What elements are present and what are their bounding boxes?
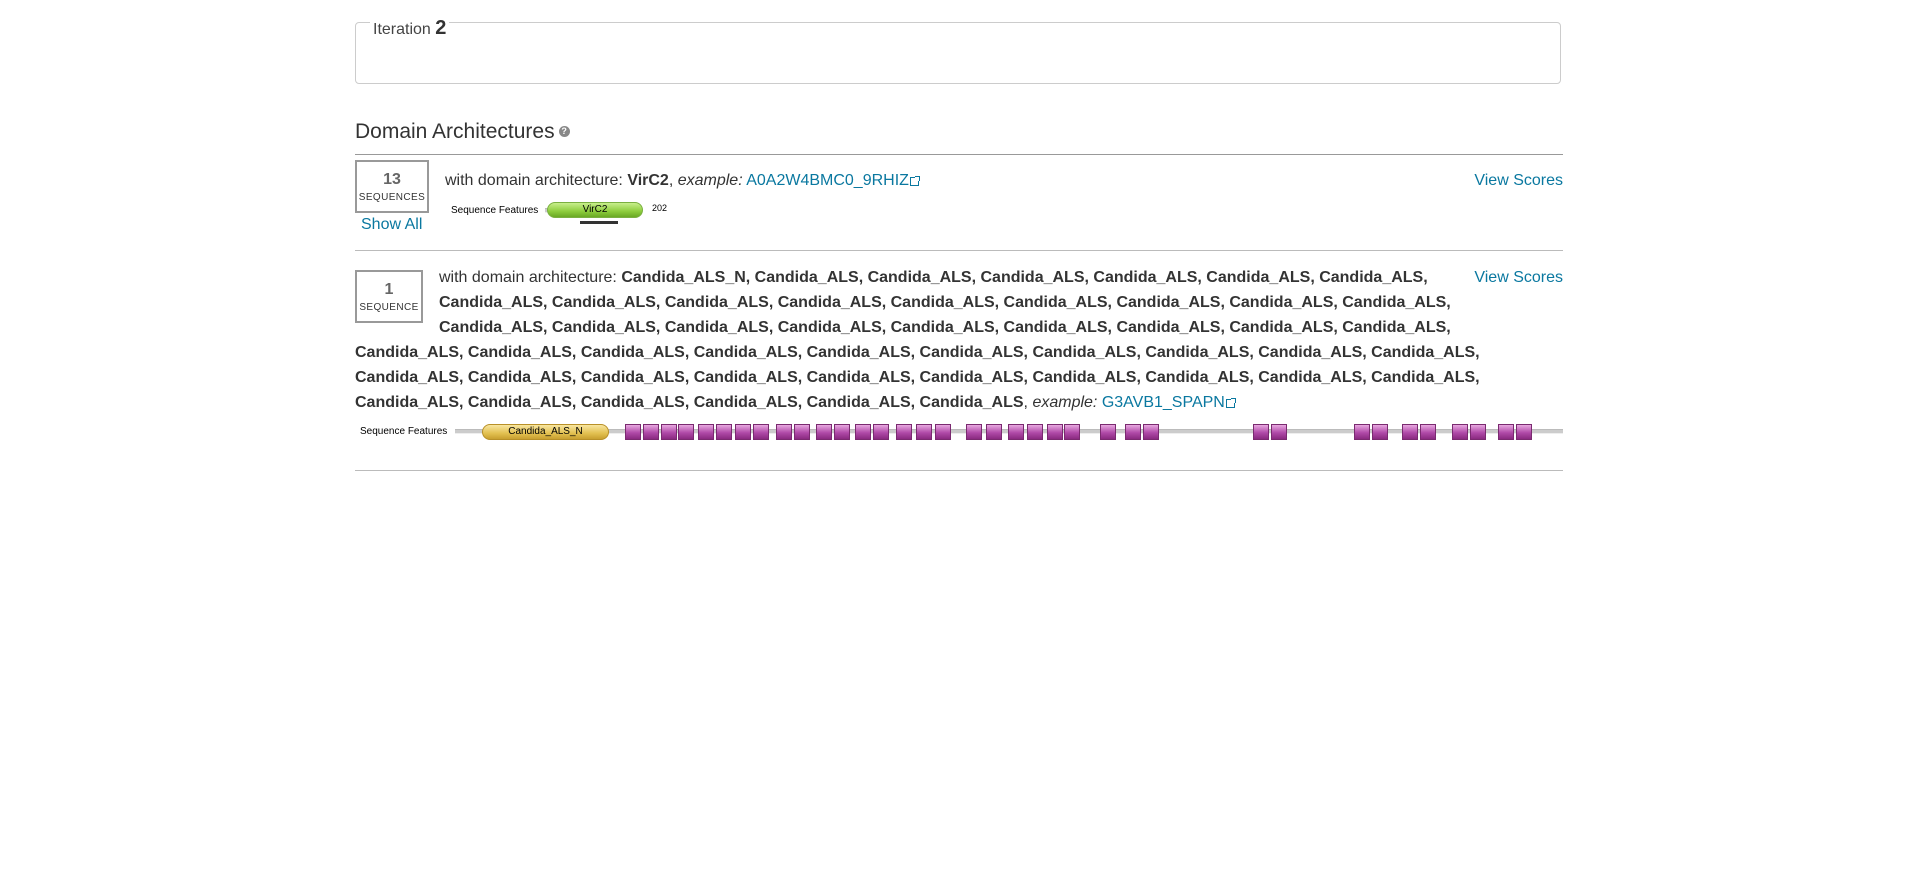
architecture-domains-line: Candida_ALS_N, Candida_ALS, Candida_ALS,… bbox=[621, 269, 1428, 286]
domain-candida-als[interactable] bbox=[935, 424, 951, 440]
sequence-features-label: Sequence Features bbox=[360, 426, 448, 437]
domain-candida-als[interactable] bbox=[855, 424, 871, 440]
architecture-divider bbox=[355, 250, 1563, 251]
domain-candida-als[interactable] bbox=[1420, 424, 1436, 440]
external-link-icon bbox=[909, 176, 920, 186]
iteration-panel: Iteration 2 bbox=[355, 17, 1561, 84]
sequence-features-label: Sequence Features bbox=[451, 205, 539, 216]
architecture-domains-line: Candida_ALS, Candida_ALS, Candida_ALS, C… bbox=[355, 369, 1480, 386]
section-title-text: Domain Architectures bbox=[355, 120, 555, 143]
domain-candida-als[interactable] bbox=[735, 424, 751, 440]
architecture-prefix: with domain architecture: bbox=[439, 269, 622, 286]
architecture-prefix: with domain architecture: bbox=[445, 172, 628, 189]
external-link-icon bbox=[1225, 398, 1236, 408]
domain-candida-als[interactable] bbox=[643, 424, 659, 440]
architecture-description: with domain architecture: VirC2, example… bbox=[445, 168, 920, 193]
sequence-count-label: SEQUENCES bbox=[358, 192, 426, 203]
architecture-description: with domain architecture: Candida_ALS_N,… bbox=[439, 265, 1459, 340]
selection-bar bbox=[580, 221, 618, 224]
domain-candida-als[interactable] bbox=[1402, 424, 1418, 440]
domain-candida-als[interactable] bbox=[1253, 424, 1269, 440]
domain-candida-als[interactable] bbox=[1064, 424, 1080, 440]
example-link[interactable]: G3AVB1_SPAPN bbox=[1102, 394, 1225, 411]
domain-candida-als[interactable] bbox=[1354, 424, 1370, 440]
domain-candida-als[interactable] bbox=[716, 424, 732, 440]
architecture-domains-line: Candida_ALS, Candida_ALS, Candida_ALS, C… bbox=[355, 344, 1480, 361]
sequence-length: 202 bbox=[652, 203, 668, 213]
domain-candida-als[interactable] bbox=[986, 424, 1002, 440]
sequence-count-box[interactable]: 1 SEQUENCE bbox=[355, 270, 423, 323]
architecture-domains-line: Candida_ALS, Candida_ALS, Candida_ALS, C… bbox=[439, 294, 1451, 311]
domain-candida-als[interactable] bbox=[966, 424, 982, 440]
domain-virc2[interactable]: VirC2 bbox=[547, 202, 643, 218]
section-title: Domain Architectures? bbox=[355, 119, 570, 145]
domain-candida-als[interactable] bbox=[661, 424, 677, 440]
view-scores-link[interactable]: View Scores bbox=[1474, 172, 1563, 190]
example-link[interactable]: A0A2W4BMC0_9RHIZ bbox=[746, 172, 909, 189]
sequence-count: 1 bbox=[384, 281, 394, 298]
domain-candida-als[interactable] bbox=[753, 424, 769, 440]
domain-candida-als-n[interactable]: Candida_ALS_N bbox=[482, 424, 609, 440]
show-all-link[interactable]: Show All bbox=[361, 216, 422, 234]
architecture-description-cont: Candida_ALS, Candida_ALS, Candida_ALS, C… bbox=[355, 344, 1480, 411]
domain-candida-als[interactable] bbox=[776, 424, 792, 440]
example-label: example: bbox=[677, 172, 743, 189]
domain-candida-als[interactable] bbox=[698, 424, 714, 440]
domain-candida-als[interactable] bbox=[1470, 424, 1486, 440]
iteration-label: Iteration bbox=[373, 21, 431, 38]
example-label: example: bbox=[1032, 394, 1098, 411]
domain-candida-als[interactable] bbox=[678, 424, 694, 440]
view-scores-link[interactable]: View Scores bbox=[1474, 269, 1563, 287]
domain-candida-als[interactable] bbox=[1100, 424, 1116, 440]
domain-candida-als[interactable] bbox=[625, 424, 641, 440]
iteration-legend: Iteration 2 bbox=[370, 17, 450, 39]
domain-candida-als[interactable] bbox=[816, 424, 832, 440]
domain-candida-als[interactable] bbox=[1047, 424, 1063, 440]
domain-candida-als[interactable] bbox=[1271, 424, 1287, 440]
help-icon[interactable]: ? bbox=[558, 125, 570, 137]
domain-candida-als[interactable] bbox=[1372, 424, 1388, 440]
architecture-domains: VirC2 bbox=[627, 172, 669, 189]
domain-candida-als[interactable] bbox=[896, 424, 912, 440]
domain-candida-als[interactable] bbox=[916, 424, 932, 440]
domain-candida-als[interactable] bbox=[1516, 424, 1532, 440]
domain-candida-als[interactable] bbox=[834, 424, 850, 440]
architecture-domains-line: Candida_ALS, Candida_ALS, Candida_ALS, C… bbox=[439, 319, 1451, 336]
domain-candida-als[interactable] bbox=[794, 424, 810, 440]
domain-candida-als[interactable] bbox=[1498, 424, 1514, 440]
domain-candida-als[interactable] bbox=[1008, 424, 1024, 440]
sequence-count-box[interactable]: 13 SEQUENCES bbox=[355, 160, 429, 213]
domain-candida-als[interactable] bbox=[1027, 424, 1043, 440]
domain-candida-als[interactable] bbox=[873, 424, 889, 440]
architecture-domains-line: Candida_ALS, Candida_ALS, Candida_ALS, C… bbox=[355, 394, 1024, 411]
domain-candida-als[interactable] bbox=[1125, 424, 1141, 440]
architecture-divider bbox=[355, 470, 1563, 471]
domain-candida-als[interactable] bbox=[1143, 424, 1159, 440]
sequence-count-label: SEQUENCE bbox=[359, 302, 419, 313]
section-divider bbox=[355, 154, 1563, 155]
sequence-count: 13 bbox=[383, 171, 401, 188]
domain-candida-als[interactable] bbox=[1452, 424, 1468, 440]
iteration-number: 2 bbox=[435, 17, 447, 39]
